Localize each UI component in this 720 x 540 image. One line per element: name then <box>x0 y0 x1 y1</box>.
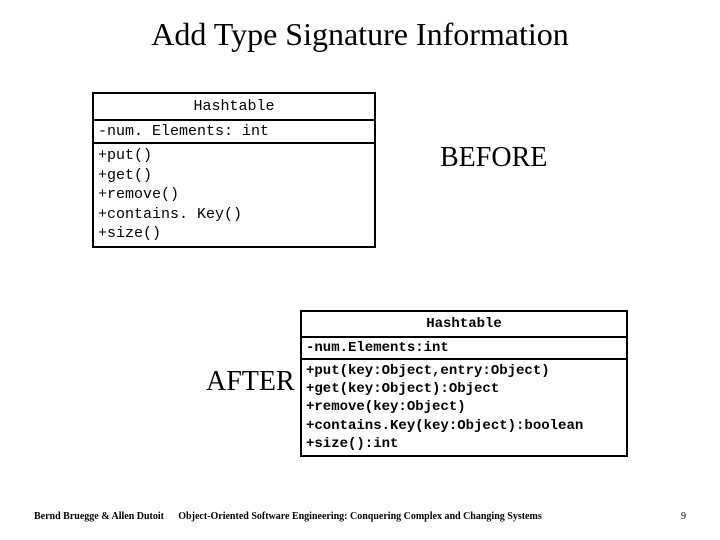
op-row: +size() <box>98 224 370 244</box>
class-attrs-after: -num.Elements:int <box>302 338 626 360</box>
class-ops-before: +put() +get() +remove() +contains. Key()… <box>94 144 374 246</box>
op-row: +put(key:Object,entry:Object) <box>306 362 622 380</box>
slide-title: Add Type Signature Information <box>0 16 720 53</box>
op-row: +put() <box>98 146 370 166</box>
class-ops-after: +put(key:Object,entry:Object) +get(key:O… <box>302 360 626 455</box>
op-row: +remove(key:Object) <box>306 398 622 416</box>
op-row: +remove() <box>98 185 370 205</box>
before-label: BEFORE <box>440 142 547 174</box>
uml-class-before: Hashtable -num. Elements: int +put() +ge… <box>92 92 376 248</box>
op-row: +size():int <box>306 435 622 453</box>
after-label: AFTER <box>206 366 295 398</box>
class-name-after: Hashtable <box>302 312 626 338</box>
op-row: +get(key:Object):Object <box>306 380 622 398</box>
uml-class-after: Hashtable -num.Elements:int +put(key:Obj… <box>300 310 628 457</box>
op-row: +contains. Key() <box>98 205 370 225</box>
class-attrs-before: -num. Elements: int <box>94 121 374 144</box>
op-row: +contains.Key(key:Object):boolean <box>306 417 622 435</box>
footer-book-title: Object-Oriented Software Engineering: Co… <box>0 511 720 522</box>
footer-page-number: 9 <box>681 511 686 522</box>
class-name-before: Hashtable <box>94 94 374 121</box>
op-row: +get() <box>98 166 370 186</box>
